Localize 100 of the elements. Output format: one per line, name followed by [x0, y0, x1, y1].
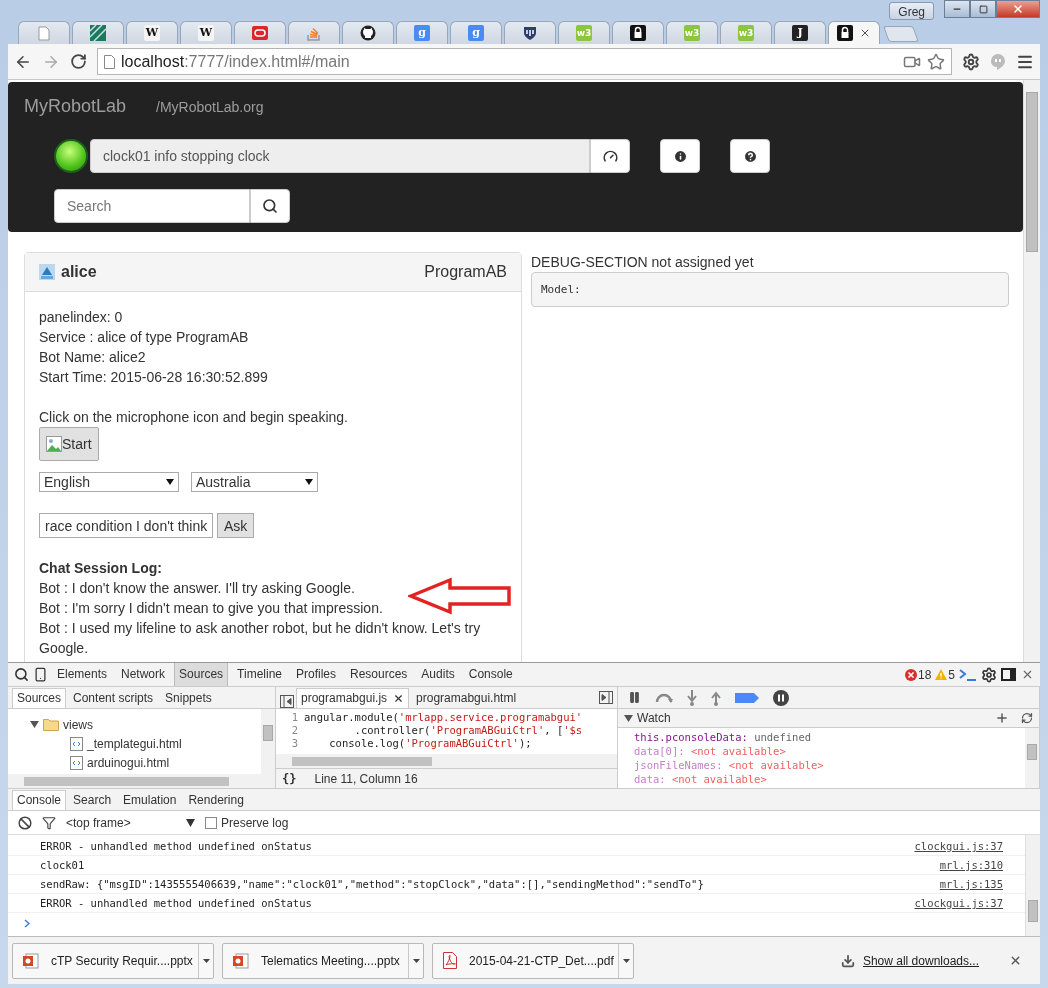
- w3-icon: w3: [738, 25, 754, 41]
- log-title: Chat Session Log:: [39, 559, 163, 578]
- help-button[interactable]: [730, 139, 770, 173]
- close-icon[interactable]: [859, 27, 871, 39]
- stripes-icon: [90, 25, 106, 41]
- file-tab[interactable]: programabgui.html: [411, 688, 522, 708]
- search-field[interactable]: Search: [54, 189, 250, 223]
- section-toggle-icon[interactable]: [624, 713, 633, 723]
- step-over-icon[interactable]: [655, 692, 673, 703]
- wiki-icon: W: [144, 25, 160, 41]
- show-all-downloads-link[interactable]: Show all downloads...: [862, 953, 979, 968]
- preserve-log-checkbox[interactable]: [205, 816, 217, 829]
- breakpoints-icon[interactable]: [735, 692, 759, 703]
- drawer-tab[interactable]: Rendering: [183, 790, 249, 810]
- navigator-tab[interactable]: Content scripts: [68, 688, 159, 708]
- settings-icon[interactable]: [981, 666, 997, 683]
- devtools-tab[interactable]: Elements: [52, 663, 113, 686]
- region-select[interactable]: Australia: [191, 472, 318, 492]
- pause-icon[interactable]: [628, 691, 641, 704]
- console-icon[interactable]: [959, 668, 977, 681]
- user-badge[interactable]: Greg: [889, 2, 934, 20]
- browser-tab[interactable]: [504, 21, 556, 44]
- search-icon[interactable]: [14, 667, 29, 682]
- source-link[interactable]: mrl.js:310: [939, 859, 1003, 871]
- file-label[interactable]: arduinogui.html: [87, 755, 170, 770]
- prompt-icon[interactable]: [24, 918, 30, 928]
- source-link[interactable]: clockgui.js:37: [914, 840, 1003, 852]
- code-line: console.log('ProgramABGuiCtrl');: [328, 737, 532, 750]
- step-out-icon[interactable]: [711, 689, 721, 706]
- devtools-tab[interactable]: Sources: [174, 663, 229, 686]
- ask-button[interactable]: Ask: [217, 513, 255, 538]
- close-icon[interactable]: [393, 693, 405, 704]
- warning-count[interactable]: 5: [935, 667, 955, 682]
- device-icon[interactable]: [33, 667, 48, 682]
- gauge-button[interactable]: [590, 139, 630, 173]
- question-field[interactable]: race condition I don't think: [39, 513, 213, 538]
- star-icon[interactable]: [927, 52, 945, 71]
- drawer-tab[interactable]: Console: [12, 790, 67, 810]
- sidebar-toggle-icon[interactable]: [280, 695, 294, 708]
- w3-icon: w3: [684, 25, 700, 41]
- source-link[interactable]: mrl.js:135: [939, 878, 1003, 890]
- dropdown-icon[interactable]: [186, 818, 195, 827]
- devtools-tab[interactable]: Profiles: [291, 663, 341, 686]
- browser-tab[interactable]: [342, 21, 394, 44]
- info-button[interactable]: [660, 139, 700, 173]
- folder-icon: [43, 718, 59, 731]
- browser-tab[interactable]: W: [126, 21, 178, 44]
- error-count[interactable]: 18: [904, 667, 932, 682]
- wiki-icon: W: [198, 25, 214, 41]
- close-button[interactable]: [996, 0, 1040, 18]
- devtools-tab[interactable]: Resources: [345, 663, 413, 686]
- settings-icon[interactable]: [962, 52, 980, 71]
- devtools-tab[interactable]: Network: [116, 663, 171, 686]
- drawer-tab[interactable]: Search: [68, 790, 117, 810]
- start-button[interactable]: Start: [39, 427, 99, 461]
- scrollbar[interactable]: [1025, 728, 1039, 788]
- instruction-text: Click on the microphone icon and begin speaking.: [39, 408, 349, 427]
- scrollbar[interactable]: [261, 709, 275, 774]
- browser-tab[interactable]: [612, 21, 664, 44]
- url-text: localhost:7777/index.html#/main: [121, 52, 351, 71]
- browser-tab[interactable]: J: [774, 21, 826, 44]
- language-select[interactable]: English: [39, 472, 179, 492]
- context-select[interactable]: <top frame>: [66, 815, 176, 830]
- devtools-tab[interactable]: Timeline: [232, 663, 287, 686]
- line-number: 2: [290, 724, 299, 737]
- devtools-tab[interactable]: Console: [463, 663, 518, 686]
- minimize-button[interactable]: [944, 0, 970, 18]
- address-bar[interactable]: localhost:7777/index.html#/main: [97, 48, 952, 75]
- step-into-icon[interactable]: [687, 689, 697, 706]
- watch-title[interactable]: Watch: [637, 711, 671, 725]
- filter-icon[interactable]: [42, 815, 56, 830]
- pause-exceptions-icon[interactable]: [773, 689, 789, 706]
- drawer-tab[interactable]: Emulation: [118, 790, 182, 810]
- add-icon[interactable]: [995, 711, 1009, 725]
- pretty-print-button[interactable]: {}: [282, 771, 297, 786]
- reload-button[interactable]: [70, 53, 87, 70]
- site-link[interactable]: /MyRobotLab.org: [156, 99, 264, 115]
- close-icon[interactable]: [1009, 954, 1022, 967]
- sidebar-toggle-icon[interactable]: [599, 691, 613, 704]
- source-link[interactable]: clockgui.js:37: [914, 897, 1003, 909]
- refresh-icon[interactable]: [1021, 712, 1033, 724]
- clear-icon[interactable]: [18, 815, 32, 830]
- navigator-tab[interactable]: Snippets: [160, 688, 217, 708]
- code-line: .controller('ProgramABGuiCtrl', ['$s: [353, 724, 583, 737]
- browser-tab[interactable]: [828, 21, 880, 44]
- tree-toggle-icon[interactable]: [30, 720, 39, 729]
- devtools-tab[interactable]: Audits: [416, 663, 460, 686]
- folder-label[interactable]: views: [63, 717, 93, 732]
- brand-title[interactable]: MyRobotLab: [24, 96, 127, 117]
- file-label[interactable]: _templategui.html: [87, 736, 182, 751]
- file-tab[interactable]: programabgui.js: [296, 688, 410, 708]
- dock-icon[interactable]: [1001, 667, 1017, 682]
- checkbox-label[interactable]: Preserve log: [221, 815, 289, 830]
- maximize-button[interactable]: [970, 0, 996, 18]
- search-button[interactable]: [250, 189, 290, 223]
- browser-tab[interactable]: W: [180, 21, 232, 44]
- search-icon: [262, 198, 278, 214]
- watch-expression: this.pconsoleData: undefined: [634, 730, 813, 744]
- navigator-tab[interactable]: Sources: [12, 688, 67, 708]
- scrollbar[interactable]: [1025, 835, 1040, 936]
